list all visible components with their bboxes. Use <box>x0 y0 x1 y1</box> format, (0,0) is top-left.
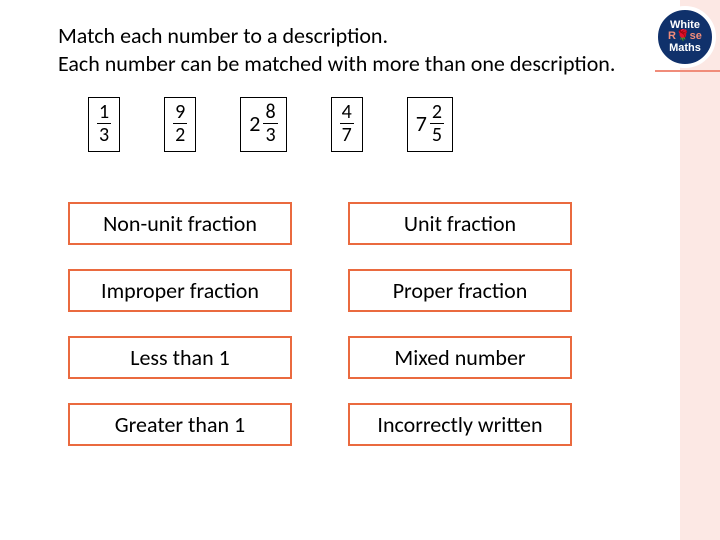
instruction-line-2: Each number can be matched with more tha… <box>58 50 648 78</box>
numerator: 8 <box>263 102 277 124</box>
denominator: 5 <box>430 124 444 145</box>
brand-logo: White R🌹se Maths <box>654 6 716 68</box>
denominator: 3 <box>263 124 277 145</box>
logo-text-2: R🌹se <box>668 31 702 42</box>
denominator: 3 <box>97 124 111 145</box>
side-decoration <box>680 0 720 540</box>
instruction-line-1: Match each number to a description. <box>58 22 648 50</box>
fraction-card[interactable]: 2 8 3 <box>240 97 286 152</box>
content-area: Match each number to a description. Each… <box>58 22 648 446</box>
fraction-card[interactable]: 9 2 <box>164 97 196 152</box>
numerator: 9 <box>173 102 187 124</box>
whole-number: 7 <box>416 110 427 137</box>
fraction: 2 5 <box>430 102 444 145</box>
fraction: 8 3 <box>263 102 277 145</box>
fractions-row: 1 3 9 2 2 8 3 4 7 7 2 <box>88 97 648 152</box>
fraction: 1 3 <box>97 102 111 145</box>
denominator: 7 <box>340 124 354 145</box>
fraction-card[interactable]: 4 7 <box>331 97 363 152</box>
logo-underline <box>655 70 720 72</box>
description-box[interactable]: Unit fraction <box>348 202 572 245</box>
instructions: Match each number to a description. Each… <box>58 22 648 77</box>
numerator: 2 <box>430 102 444 124</box>
whole-number: 2 <box>249 110 260 137</box>
description-box[interactable]: Improper fraction <box>68 269 292 312</box>
description-box[interactable]: Mixed number <box>348 336 572 379</box>
denominator: 2 <box>173 124 187 145</box>
numerator: 1 <box>97 102 111 124</box>
description-box[interactable]: Incorrectly written <box>348 403 572 446</box>
numerator: 4 <box>340 102 354 124</box>
fraction: 9 2 <box>173 102 187 145</box>
logo-text-3: Maths <box>669 43 701 54</box>
description-box[interactable]: Non-unit fraction <box>68 202 292 245</box>
fraction: 4 7 <box>340 102 354 145</box>
description-box[interactable]: Less than 1 <box>68 336 292 379</box>
fraction-card[interactable]: 1 3 <box>88 97 120 152</box>
description-box[interactable]: Proper fraction <box>348 269 572 312</box>
description-box[interactable]: Greater than 1 <box>68 403 292 446</box>
descriptions-grid: Non-unit fraction Unit fraction Improper… <box>68 202 648 446</box>
fraction-card[interactable]: 7 2 5 <box>407 97 453 152</box>
